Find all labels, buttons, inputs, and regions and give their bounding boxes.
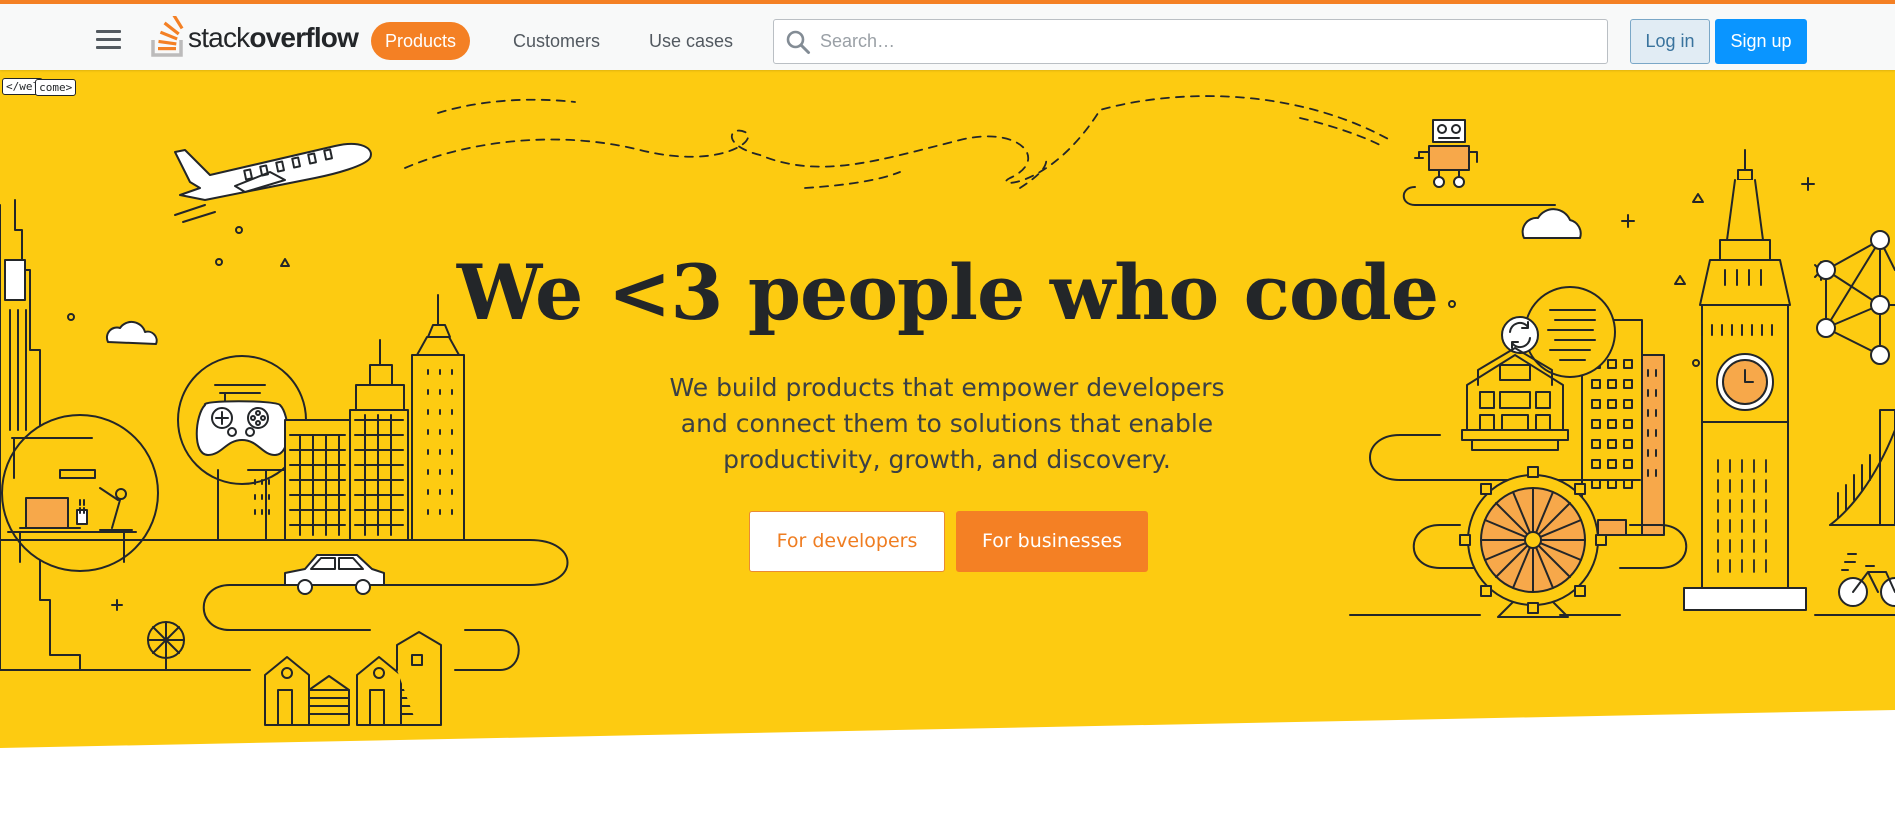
for-businesses-button[interactable]: For businesses: [956, 511, 1148, 572]
hero-subtitle: We build products that empower developer…: [669, 373, 1225, 474]
stack-overflow-logo-icon: [151, 16, 184, 57]
login-button[interactable]: Log in: [1630, 19, 1710, 64]
welcome-code-tag: </welcome>: [2, 78, 77, 96]
hamburger-icon[interactable]: [94, 28, 124, 50]
nav-customers[interactable]: Customers: [499, 22, 614, 60]
logo-wordmark: stackoverflow: [188, 22, 359, 53]
top-bar: stackoverflow Products Customers Use cas…: [0, 0, 1895, 70]
hero-title: We <3 people who code: [456, 248, 1439, 337]
search-icon: [786, 30, 810, 54]
search-box[interactable]: [773, 19, 1608, 64]
stack-overflow-logo[interactable]: stackoverflow: [150, 14, 359, 60]
nav-use-cases[interactable]: Use cases: [635, 22, 747, 60]
signup-button[interactable]: Sign up: [1715, 19, 1807, 64]
search-input[interactable]: [818, 20, 1598, 63]
for-developers-button[interactable]: For developers: [749, 511, 945, 572]
nav-products[interactable]: Products: [371, 22, 471, 60]
